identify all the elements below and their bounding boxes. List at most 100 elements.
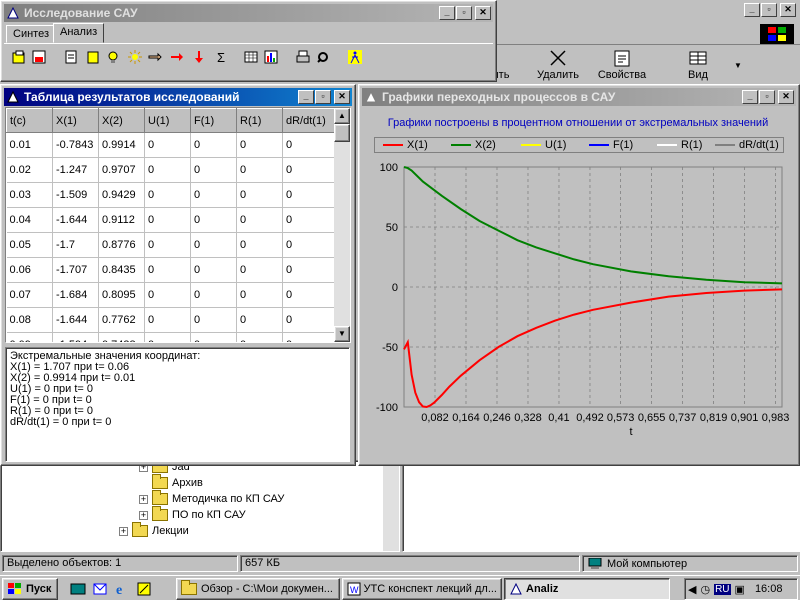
grid-scrollbar[interactable]: ▲ ▼ — [334, 108, 350, 342]
table-row[interactable]: 0.09-1.5940.74380000 — [6, 332, 335, 342]
results-table-titlebar[interactable]: Таблица результатов исследований _ ▫ ✕ — [4, 88, 352, 106]
sun-icon[interactable] — [126, 48, 144, 66]
table-cell[interactable]: 0 — [282, 132, 335, 158]
outlook-icon[interactable] — [92, 581, 108, 597]
table-cell[interactable]: -1.644 — [52, 307, 99, 333]
scroll-down-button[interactable]: ▼ — [334, 326, 350, 342]
minimize-button[interactable]: _ — [298, 90, 314, 104]
column-header[interactable]: U(1) — [144, 108, 191, 133]
table-row[interactable]: 0.01 -0.7843 0.9914 0 0 0 0 — [6, 132, 335, 158]
desktop-icon[interactable] — [70, 581, 86, 597]
table-cell[interactable]: 0.03 — [6, 182, 53, 208]
table-cell[interactable]: 0 — [190, 257, 237, 283]
scroll-thumb[interactable] — [334, 124, 350, 142]
table-cell[interactable]: 0.9112 — [98, 207, 145, 233]
table-cell[interactable]: 0 — [282, 257, 335, 283]
table-cell[interactable]: 0 — [282, 207, 335, 233]
task-analiz[interactable]: Analiz — [504, 578, 670, 600]
table-cell[interactable]: -1.594 — [52, 332, 99, 342]
bulb-icon[interactable] — [104, 48, 122, 66]
table-row[interactable]: 0.04 -1.644 0.9112 0 0 0 0 — [6, 207, 335, 233]
task-word[interactable]: W УТС конспект лекций дл... — [342, 578, 502, 600]
table-cell[interactable]: 0 — [236, 232, 283, 258]
task-explorer[interactable]: Обзор - C:\Мои докумен... — [176, 578, 340, 600]
table-cell[interactable]: 0 — [190, 207, 237, 233]
table-cell[interactable]: 0.7762 — [98, 307, 145, 333]
chart-icon[interactable] — [262, 48, 280, 66]
research-window-titlebar[interactable]: Исследование САУ _ ▫ ✕ — [4, 4, 493, 22]
graph-window-titlebar[interactable]: Графики переходных процессов в САУ _ ▫ ✕ — [362, 88, 796, 106]
table-cell[interactable]: 0.9914 — [98, 132, 145, 158]
minimize-button[interactable]: _ — [439, 6, 455, 20]
results-grid[interactable]: t(c) X(1) X(2) U(1) F(1) R(1) dR/dt(1) 0.01 -0.… — [5, 107, 351, 343]
clock-icon[interactable]: ◷ — [700, 583, 710, 596]
table-cell[interactable]: 0.04 — [6, 207, 53, 233]
column-header[interactable]: F(1) — [190, 108, 237, 133]
table-cell[interactable]: 0 — [282, 232, 335, 258]
open-icon[interactable] — [10, 48, 28, 66]
sum-icon[interactable]: Σ — [212, 48, 230, 66]
table-cell[interactable]: 0 — [236, 132, 283, 158]
table-cell[interactable]: 0.8776 — [98, 232, 145, 258]
close-button[interactable]: ✕ — [778, 90, 794, 104]
table-cell[interactable]: 0.01 — [6, 132, 53, 158]
table-cell[interactable]: 0 — [282, 307, 335, 333]
internet-explorer-icon[interactable]: e — [114, 581, 130, 598]
minimize-button[interactable]: _ — [744, 3, 760, 17]
language-indicator[interactable]: RU — [714, 583, 731, 595]
close-button[interactable]: ✕ — [780, 3, 796, 17]
expand-icon[interactable]: + — [139, 510, 148, 520]
table-cell[interactable]: 0 — [236, 282, 283, 308]
table-cell[interactable]: 0 — [190, 182, 237, 208]
table-cell[interactable]: 0 — [236, 307, 283, 333]
table-cell[interactable]: 0 — [236, 157, 283, 183]
expand-icon[interactable]: + — [139, 494, 148, 504]
volume-icon[interactable]: ◀ — [688, 583, 696, 596]
table-cell[interactable]: -1.7 — [52, 232, 99, 258]
table-cell[interactable]: 0 — [144, 332, 191, 342]
maximize-button[interactable]: ▫ — [759, 90, 775, 104]
hand-pointer-icon[interactable] — [146, 48, 164, 66]
tree-item[interactable]: + Методичка по КП САУ — [139, 490, 284, 507]
table-cell[interactable]: 0.05 — [6, 232, 53, 258]
table-cell[interactable]: -0.7843 — [52, 132, 99, 158]
table-cell[interactable]: 0 — [144, 232, 191, 258]
expand-icon[interactable]: + — [119, 526, 128, 536]
table-cell[interactable]: -1.247 — [52, 157, 99, 183]
column-header[interactable]: X(2) — [98, 108, 145, 133]
minimize-button[interactable]: _ — [742, 90, 758, 104]
table-cell[interactable]: 0 — [144, 207, 191, 233]
tab-analysis[interactable]: Анализ — [53, 23, 105, 43]
table-cell[interactable]: 0 — [282, 157, 335, 183]
table-row[interactable]: 0.08 -1.644 0.7762 0 0 0 0 — [6, 307, 335, 333]
maximize-button[interactable]: ▫ — [315, 90, 331, 104]
exit-icon[interactable] — [346, 48, 364, 66]
column-header[interactable]: t(c) — [6, 108, 53, 133]
properties-button[interactable]: Свойства — [594, 49, 650, 85]
table-row[interactable]: 0.05 -1.7 0.8776 0 0 0 0 — [6, 232, 335, 258]
table-cell[interactable]: 0.02 — [6, 157, 53, 183]
table-cell[interactable]: 0.08 — [6, 307, 53, 333]
save-icon[interactable] — [30, 48, 48, 66]
column-header[interactable]: X(1) — [52, 108, 99, 133]
maximize-button[interactable]: ▫ — [456, 6, 472, 20]
table-cell[interactable]: 0 — [144, 307, 191, 333]
start-button[interactable]: Пуск — [2, 578, 58, 600]
table-cell[interactable]: 0 — [282, 332, 335, 342]
table-cell[interactable]: 0 — [190, 132, 237, 158]
close-button[interactable]: ✕ — [334, 90, 350, 104]
table-cell[interactable]: -1.644 — [52, 207, 99, 233]
maximize-button[interactable]: ▫ — [761, 3, 777, 17]
table-cell[interactable]: 0 — [144, 157, 191, 183]
table-cell[interactable]: 0 — [236, 207, 283, 233]
table-cell[interactable]: 0.7438 — [98, 332, 145, 342]
table-icon[interactable] — [242, 48, 260, 66]
table-cell[interactable]: 0 — [282, 182, 335, 208]
tab-synthesis[interactable]: Синтез — [6, 25, 56, 43]
table-cell[interactable]: 0 — [190, 157, 237, 183]
tree-item[interactable]: + ПО по КП САУ — [139, 506, 246, 523]
print-icon[interactable] — [294, 48, 312, 66]
table-cell[interactable]: 0 — [144, 282, 191, 308]
delete-button[interactable]: Удалить — [530, 49, 586, 85]
settings-icon[interactable] — [314, 48, 332, 66]
